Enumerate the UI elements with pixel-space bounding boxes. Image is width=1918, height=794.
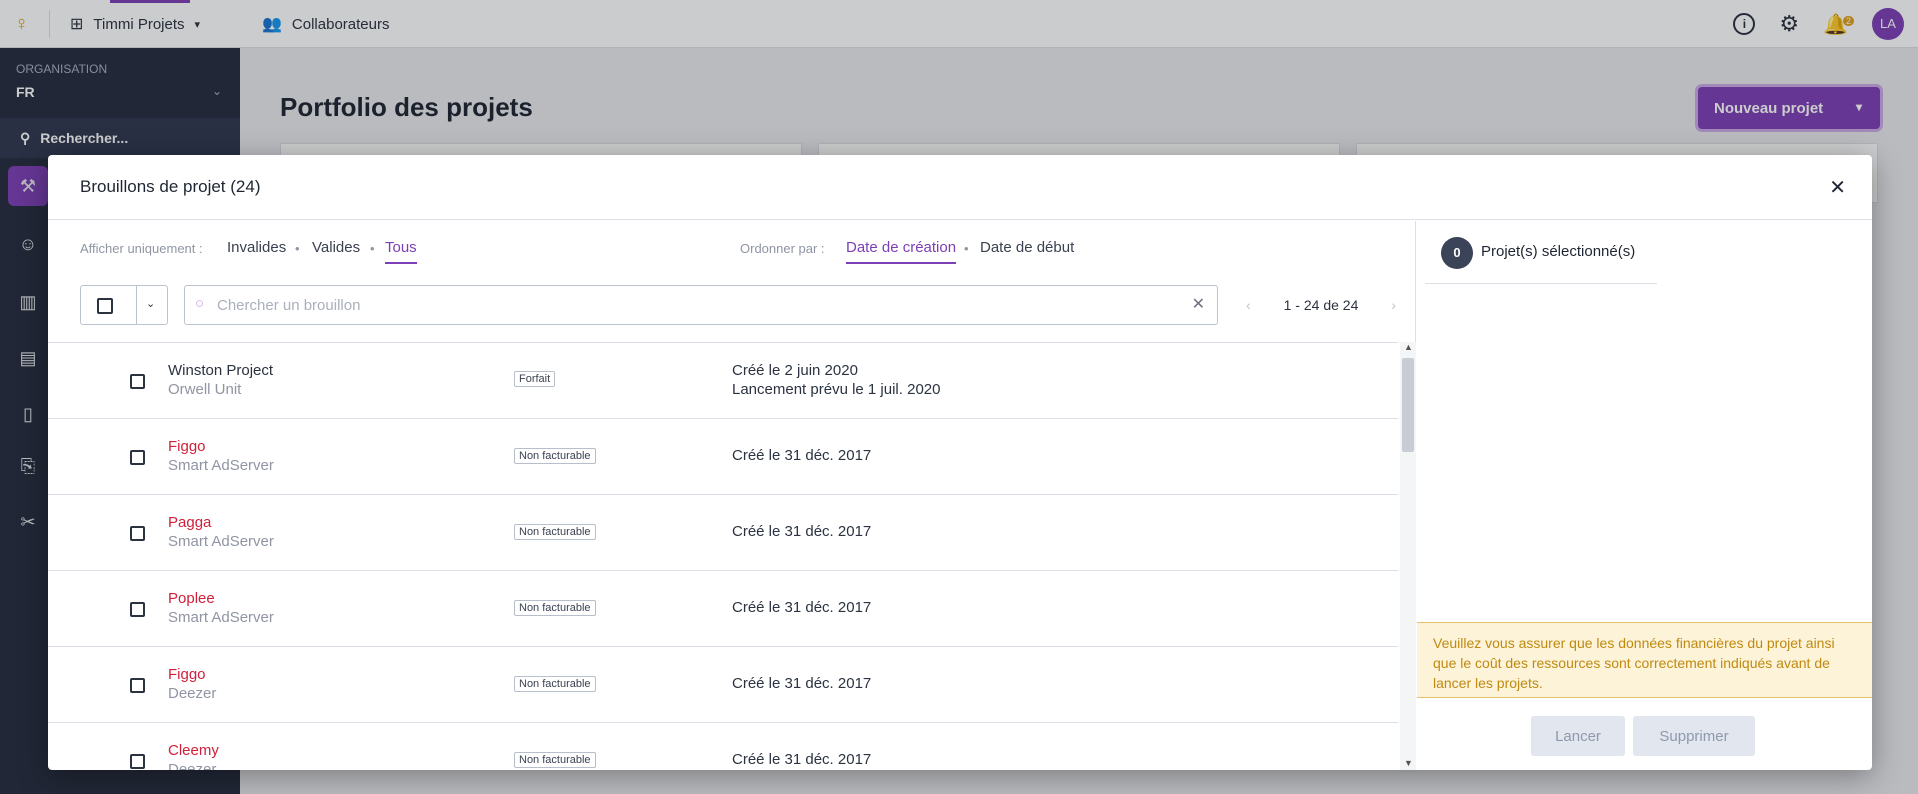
pagination: ‹ 1 - 24 de 24 › [1246, 285, 1396, 325]
selected-count-badge: 0 [1441, 237, 1473, 269]
created-date: Créé le 31 déc. 2017 [732, 751, 872, 768]
separator-dot: • [964, 241, 969, 256]
pagination-label: 1 - 24 de 24 [1283, 297, 1359, 313]
prev-page-icon[interactable]: ‹ [1246, 297, 1251, 313]
billing-tag: Non facturable [514, 600, 596, 616]
row-checkbox[interactable] [130, 754, 145, 769]
table-row[interactable]: Cleemy Deezer Non facturable Créé le 31 … [48, 723, 1398, 770]
selection-pane: 0 Projet(s) sélectionné(s) Veuillez vous… [1417, 221, 1872, 770]
select-all-control[interactable]: ⌄ [80, 285, 168, 325]
project-name: Pagga [168, 514, 212, 531]
delete-button[interactable]: Supprimer [1633, 716, 1755, 756]
scrollbar-thumb[interactable] [1402, 358, 1414, 452]
project-name: Figgo [168, 666, 206, 683]
drafts-list: Winston Project Orwell Unit Forfait Créé… [48, 342, 1398, 770]
select-all-checkbox[interactable] [97, 298, 113, 314]
row-checkbox[interactable] [130, 450, 145, 465]
client-name: Deezer [168, 685, 217, 702]
table-row[interactable]: Winston Project Orwell Unit Forfait Créé… [48, 343, 1398, 419]
close-icon[interactable]: ✕ [1829, 175, 1846, 200]
search-icon: ○ [195, 295, 205, 312]
row-checkbox[interactable] [130, 678, 145, 693]
row-checkbox[interactable] [130, 374, 145, 389]
order-start-date[interactable]: Date de début [980, 239, 1074, 256]
draft-search-input[interactable] [217, 294, 1177, 316]
drafts-modal: Brouillons de projet (24) ✕ Afficher uni… [48, 155, 1872, 770]
drafts-list-pane: Afficher uniquement : Invalides • Valide… [48, 221, 1416, 770]
table-row[interactable]: Pagga Smart AdServer Non facturable Créé… [48, 495, 1398, 571]
project-name: Figgo [168, 438, 206, 455]
modal-header: Brouillons de projet (24) ✕ [48, 155, 1872, 220]
table-row[interactable]: Poplee Smart AdServer Non facturable Cré… [48, 571, 1398, 647]
selected-label: Projet(s) sélectionné(s) [1481, 243, 1636, 260]
filter-valid[interactable]: Valides [312, 239, 360, 256]
billing-tag: Non facturable [514, 448, 596, 464]
project-name: Winston Project [168, 362, 274, 379]
divider [1425, 283, 1657, 284]
separator-dot: • [370, 241, 375, 256]
separator-dot: • [295, 241, 300, 256]
created-date: Créé le 31 déc. 2017 [732, 675, 872, 692]
next-page-icon[interactable]: › [1391, 297, 1396, 313]
billing-tag: Non facturable [514, 676, 596, 692]
list-scrollbar[interactable]: ▲ ▼ [1400, 342, 1416, 770]
row-checkbox[interactable] [130, 602, 145, 617]
row-checkbox[interactable] [130, 526, 145, 541]
table-row[interactable]: Figgo Deezer Non facturable Créé le 31 d… [48, 647, 1398, 723]
draft-search: ○ ✕ [184, 285, 1218, 325]
created-date: Créé le 31 déc. 2017 [732, 599, 872, 616]
client-name: Deezer [168, 761, 217, 770]
select-all-divider [136, 286, 137, 324]
warning-banner: Veuillez vous assurer que les données fi… [1417, 622, 1872, 698]
created-date: Créé le 31 déc. 2017 [732, 523, 872, 540]
launch-button[interactable]: Lancer [1531, 716, 1625, 756]
modal-title: Brouillons de projet (24) [80, 177, 261, 196]
client-name: Smart AdServer [168, 533, 274, 550]
table-row[interactable]: Figgo Smart AdServer Non facturable Créé… [48, 419, 1398, 495]
scroll-down-icon[interactable]: ▼ [1404, 758, 1413, 768]
project-name: Poplee [168, 590, 215, 607]
client-name: Orwell Unit [168, 381, 242, 398]
project-name: Cleemy [168, 742, 219, 759]
filter-invalid[interactable]: Invalides [227, 239, 286, 256]
client-name: Smart AdServer [168, 457, 274, 474]
order-label: Ordonner par : [740, 241, 825, 256]
client-name: Smart AdServer [168, 609, 274, 626]
scroll-up-icon[interactable]: ▲ [1404, 342, 1413, 352]
created-date: Créé le 2 juin 2020 [732, 362, 858, 379]
billing-tag: Non facturable [514, 752, 596, 768]
order-creation-date[interactable]: Date de création [846, 239, 957, 264]
launch-date: Lancement prévu le 1 juil. 2020 [732, 381, 941, 398]
created-date: Créé le 31 déc. 2017 [732, 447, 872, 464]
clear-icon[interactable]: ✕ [1192, 294, 1205, 314]
filter-label: Afficher uniquement : [80, 241, 203, 256]
chevron-down-icon[interactable]: ⌄ [146, 297, 155, 310]
billing-tag: Non facturable [514, 524, 596, 540]
filter-all[interactable]: Tous [385, 239, 417, 264]
billing-tag: Forfait [514, 371, 556, 387]
